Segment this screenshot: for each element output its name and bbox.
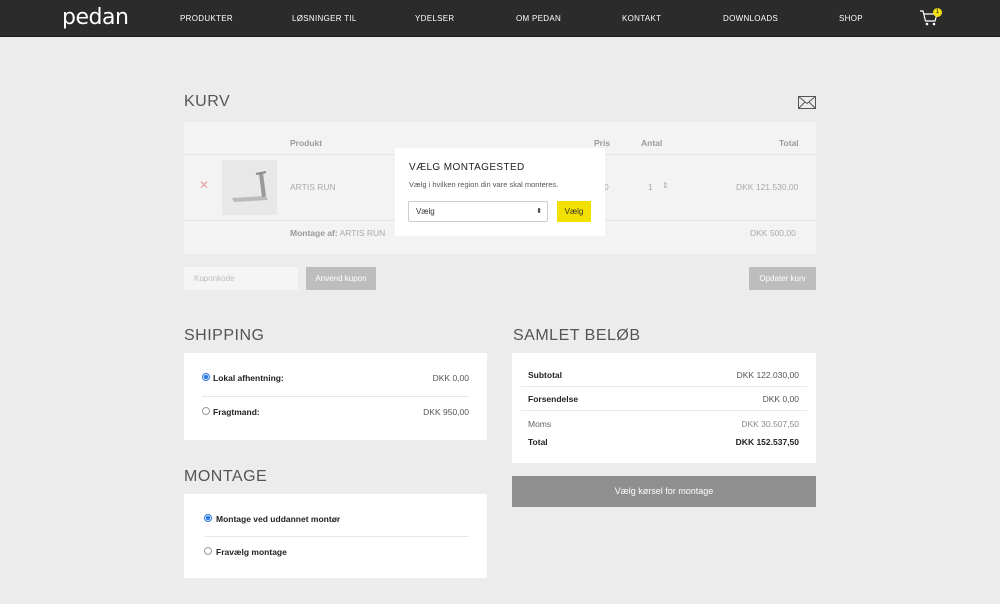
column-header-product: Produkt bbox=[290, 138, 323, 148]
column-header-qty: Antal bbox=[641, 138, 663, 148]
shipping-option-price: DKK 0,00 bbox=[432, 373, 469, 383]
shipping-option-price: DKK 950,00 bbox=[423, 407, 469, 417]
choose-delivery-button[interactable]: Vælg kørsel for montage bbox=[512, 476, 816, 507]
montage-option-label[interactable]: Montage ved uddannet montør bbox=[216, 514, 340, 524]
item-qty[interactable]: 1 bbox=[648, 182, 653, 192]
shipping-cost-label: Forsendelse bbox=[528, 394, 579, 404]
pedan-logo[interactable]: pedan bbox=[62, 5, 129, 30]
vat-value: DKK 30.507,50 bbox=[741, 419, 799, 429]
shipping-option-label[interactable]: Lokal afhentning: bbox=[213, 373, 284, 383]
product-thumbnail[interactable] bbox=[222, 160, 277, 215]
select-arrows-icon: ⬍ bbox=[536, 208, 542, 215]
nav-downloads[interactable]: DOWNLOADS bbox=[723, 14, 778, 23]
qty-stepper-icon[interactable]: ⇕ bbox=[662, 181, 669, 190]
montage-radio-certified[interactable] bbox=[204, 514, 212, 522]
top-navigation-bar: pedan PRODUKTER LØSNINGER TIL YDELSER OM… bbox=[0, 0, 1000, 37]
montage-option-label[interactable]: Fravælg montage bbox=[216, 547, 287, 557]
cart-count-badge: 1 bbox=[933, 8, 942, 17]
apply-coupon-button[interactable]: Anvend kupon bbox=[306, 267, 376, 290]
shipping-radio-local-pickup[interactable] bbox=[202, 373, 210, 381]
mail-icon[interactable] bbox=[798, 96, 816, 109]
modal-description: Vælg i hvilken region din vare skal mont… bbox=[409, 180, 559, 189]
montage-location-modal: VÆLG MONTAGESTED Vælg i hvilken region d… bbox=[395, 148, 605, 236]
modal-title: VÆLG MONTAGESTED bbox=[409, 162, 525, 173]
modal-confirm-button[interactable]: Vælg bbox=[557, 201, 591, 222]
vat-label: Moms bbox=[528, 419, 552, 429]
cart-title: KURV bbox=[184, 93, 231, 110]
region-select[interactable]: Vælg ⬍ bbox=[408, 201, 548, 222]
montage-options-card: Montage ved uddannet montør Fravælg mont… bbox=[184, 494, 487, 578]
item-total: DKK 121.530,00 bbox=[736, 182, 799, 192]
divider bbox=[202, 396, 469, 397]
nav-loesninger-til[interactable]: LØSNINGER TIL bbox=[292, 14, 357, 23]
nav-produkter[interactable]: PRODUKTER bbox=[180, 14, 233, 23]
item-name[interactable]: ARTIS RUN bbox=[290, 182, 336, 192]
column-header-total: Total bbox=[779, 138, 799, 148]
totals-card: Subtotal DKK 122.030,00 Forsendelse DKK … bbox=[512, 353, 816, 463]
subtotal-value: DKK 122.030,00 bbox=[736, 370, 799, 380]
column-header-price: Pris bbox=[594, 138, 611, 148]
shipping-title: SHIPPING bbox=[184, 327, 265, 344]
nav-kontakt[interactable]: KONTAKT bbox=[622, 14, 661, 23]
divider bbox=[204, 536, 469, 537]
divider bbox=[521, 410, 807, 411]
assembly-item-name: ARTIS RUN bbox=[339, 228, 386, 238]
nav-om-pedan[interactable]: OM PEDAN bbox=[516, 14, 561, 23]
totals-title: SAMLET BELØB bbox=[513, 327, 641, 344]
assembly-label: Montage af: bbox=[290, 228, 338, 238]
treadmill-image bbox=[232, 171, 268, 202]
montage-title: MONTAGE bbox=[184, 468, 268, 485]
nav-shop[interactable]: SHOP bbox=[839, 14, 863, 23]
coupon-code-input[interactable] bbox=[184, 267, 298, 290]
shipping-cost-value: DKK 0,00 bbox=[762, 394, 799, 404]
montage-radio-optout[interactable] bbox=[204, 547, 212, 555]
total-value: DKK 152.537,50 bbox=[735, 437, 799, 447]
update-cart-button[interactable]: Opdater kurv bbox=[749, 267, 816, 290]
divider bbox=[521, 386, 807, 387]
subtotal-label: Subtotal bbox=[528, 370, 562, 380]
cart-button[interactable]: 1 bbox=[919, 8, 943, 29]
assembly-row: Montage af: ARTIS RUN bbox=[290, 228, 385, 238]
nav-ydelser[interactable]: YDELSER bbox=[415, 14, 454, 23]
remove-item-icon[interactable]: ✕ bbox=[199, 178, 209, 192]
shipping-radio-freight[interactable] bbox=[202, 407, 210, 415]
region-select-value: Vælg bbox=[416, 207, 435, 216]
shipping-option-label[interactable]: Fragtmand: bbox=[213, 407, 260, 417]
assembly-total: DKK 500,00 bbox=[750, 228, 796, 238]
total-label: Total bbox=[528, 437, 548, 447]
shipping-options-card: Lokal afhentning: DKK 0,00 Fragtmand: DK… bbox=[184, 353, 487, 440]
